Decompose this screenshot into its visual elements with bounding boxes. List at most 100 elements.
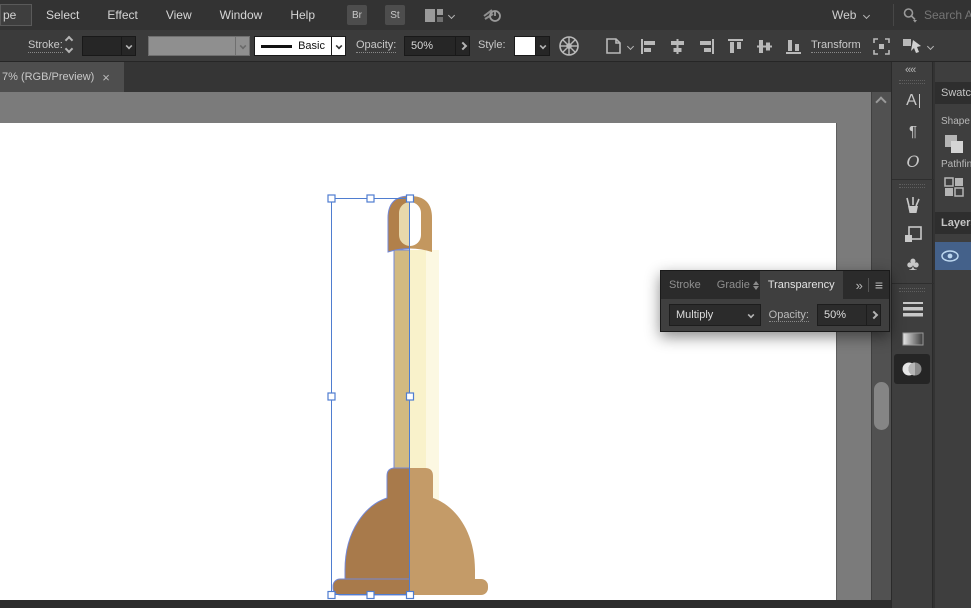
- bridge-icon[interactable]: Br: [347, 5, 367, 25]
- brush-dropdown-chevron[interactable]: [332, 36, 346, 56]
- selection-handle[interactable]: [367, 592, 374, 599]
- side-panel-column: Swatc Shape Pathfin Layers: [935, 62, 971, 608]
- share-icon[interactable]: [482, 6, 502, 24]
- blend-mode-select[interactable]: Multiply: [669, 304, 761, 326]
- brush-definition-dropdown[interactable]: Basic: [254, 36, 332, 56]
- panel-opacity-field[interactable]: 50%: [817, 304, 867, 326]
- pathfinder-divide-icon[interactable]: [935, 170, 971, 204]
- panel-group-grip[interactable]: [899, 184, 925, 188]
- transform-panel-icon[interactable]: [892, 220, 934, 250]
- panel-opacity-expand[interactable]: [867, 304, 881, 326]
- tab-scroll-icon[interactable]: [753, 281, 759, 290]
- collapse-dock-icon[interactable]: ««: [905, 64, 915, 76]
- recolor-artwork-icon[interactable]: [558, 35, 580, 57]
- stock-icon[interactable]: St: [385, 5, 405, 25]
- align-bottom-icon[interactable]: [785, 38, 802, 55]
- pathfinder-label: Pathfin: [935, 159, 971, 170]
- tab-layers[interactable]: Layers: [935, 212, 971, 234]
- step-down-icon: [65, 45, 73, 53]
- search-icon: [902, 7, 918, 23]
- search-box[interactable]: [902, 0, 971, 30]
- select-similar-icon[interactable]: [901, 36, 933, 56]
- opacity-field[interactable]: 50%: [404, 36, 456, 56]
- selection-handle[interactable]: [407, 592, 414, 599]
- divider: [868, 278, 869, 292]
- stroke-label[interactable]: Stroke:: [28, 39, 63, 53]
- tab-gradient[interactable]: Gradie: [709, 271, 752, 299]
- shape-mode-unite-icon[interactable]: [935, 127, 971, 159]
- chevron-down-icon: [125, 43, 132, 50]
- style-label: Style:: [478, 39, 506, 51]
- tab-swatches[interactable]: Swatc: [935, 82, 971, 104]
- workspace-switcher[interactable]: Web: [832, 0, 869, 30]
- chevron-down-icon: [627, 42, 634, 49]
- layer-row-selected[interactable]: [935, 242, 971, 270]
- visibility-eye-icon[interactable]: [941, 250, 959, 262]
- opentype-panel-icon[interactable]: O: [892, 146, 934, 176]
- transform-link[interactable]: Transform: [811, 39, 861, 53]
- panel-dock-icon-column: A ¶ O ♣: [891, 62, 933, 608]
- selection-handle[interactable]: [367, 195, 374, 202]
- scrollbar-thumb[interactable]: [874, 382, 889, 430]
- panel-menu-icon[interactable]: ≡: [875, 277, 883, 293]
- horizontal-scrollbar-track[interactable]: [0, 600, 891, 608]
- close-icon[interactable]: ×: [102, 70, 110, 85]
- chevron-right-icon: [458, 42, 466, 50]
- stroke-weight-value[interactable]: [82, 36, 122, 56]
- selection-handle[interactable]: [328, 592, 335, 599]
- workspace-label: Web: [832, 8, 856, 22]
- menu-item-effect[interactable]: Effect: [93, 0, 151, 30]
- align-top-icon[interactable]: [727, 38, 744, 55]
- character-panel-icon[interactable]: A: [892, 86, 934, 116]
- stroke-weight-stepper[interactable]: [66, 37, 72, 52]
- control-bar: Stroke: Basic Opacity: 50% Style:: [0, 30, 971, 62]
- width-profile-dropdown-disabled: [148, 36, 236, 56]
- panel-group-grip[interactable]: [899, 288, 925, 292]
- chevron-right-icon: [869, 311, 877, 319]
- vertical-scrollbar[interactable]: [871, 92, 891, 600]
- brushes-panel-icon[interactable]: [892, 190, 934, 220]
- blend-mode-value: Multiply: [676, 309, 713, 321]
- align-center-horizontal-icon[interactable]: [669, 38, 686, 55]
- document-tab[interactable]: 7% (RGB/Preview) ×: [0, 62, 124, 92]
- selection-handle[interactable]: [328, 195, 335, 202]
- opacity-expand-button[interactable]: [456, 36, 470, 56]
- style-dropdown-chevron[interactable]: [536, 36, 550, 56]
- document-setup-icon[interactable]: [603, 36, 633, 56]
- align-center-vertical-icon[interactable]: [756, 38, 773, 55]
- opacity-label[interactable]: Opacity:: [356, 39, 396, 53]
- menu-item-help[interactable]: Help: [276, 0, 329, 30]
- selection-handle[interactable]: [407, 393, 414, 400]
- collapse-panel-icon[interactable]: »: [856, 278, 862, 293]
- stroke-weight-dropdown[interactable]: [122, 36, 136, 56]
- align-left-icon[interactable]: [640, 38, 657, 55]
- shape-modes-label: Shape: [935, 116, 971, 127]
- panel-opacity-label[interactable]: Opacity:: [769, 309, 809, 322]
- menu-item-view[interactable]: View: [152, 0, 206, 30]
- menu-item-select[interactable]: Select: [32, 0, 93, 30]
- tab-transparency[interactable]: Transparency: [760, 271, 843, 299]
- width-profile-chevron: [236, 36, 250, 56]
- menu-item-window[interactable]: Window: [206, 0, 277, 30]
- stroke-panel-icon[interactable]: [892, 294, 934, 324]
- align-right-icon[interactable]: [698, 38, 715, 55]
- isolate-selected-icon[interactable]: [872, 37, 891, 56]
- document-layout-icon: [425, 9, 443, 22]
- panel-group-grip[interactable]: [899, 80, 925, 84]
- canvas-area[interactable]: [0, 92, 891, 608]
- brush-name: Basic: [298, 40, 325, 52]
- selection-handle[interactable]: [328, 393, 335, 400]
- transparency-panel-icon[interactable]: [894, 354, 930, 384]
- symbols-panel-icon[interactable]: ♣: [892, 250, 934, 280]
- chevron-down-icon: [927, 42, 934, 49]
- arrange-documents-icon[interactable]: [425, 9, 454, 22]
- scroll-up-icon[interactable]: [875, 96, 886, 107]
- graphic-style-swatch[interactable]: [514, 36, 536, 56]
- chevron-down-icon: [747, 312, 754, 319]
- search-input[interactable]: [924, 8, 971, 22]
- selection-handle[interactable]: [407, 195, 414, 202]
- menu-item-type[interactable]: pe: [0, 4, 32, 26]
- gradient-panel-icon[interactable]: [892, 324, 934, 354]
- paragraph-panel-icon[interactable]: ¶: [892, 116, 934, 146]
- tab-stroke[interactable]: Stroke: [661, 271, 709, 299]
